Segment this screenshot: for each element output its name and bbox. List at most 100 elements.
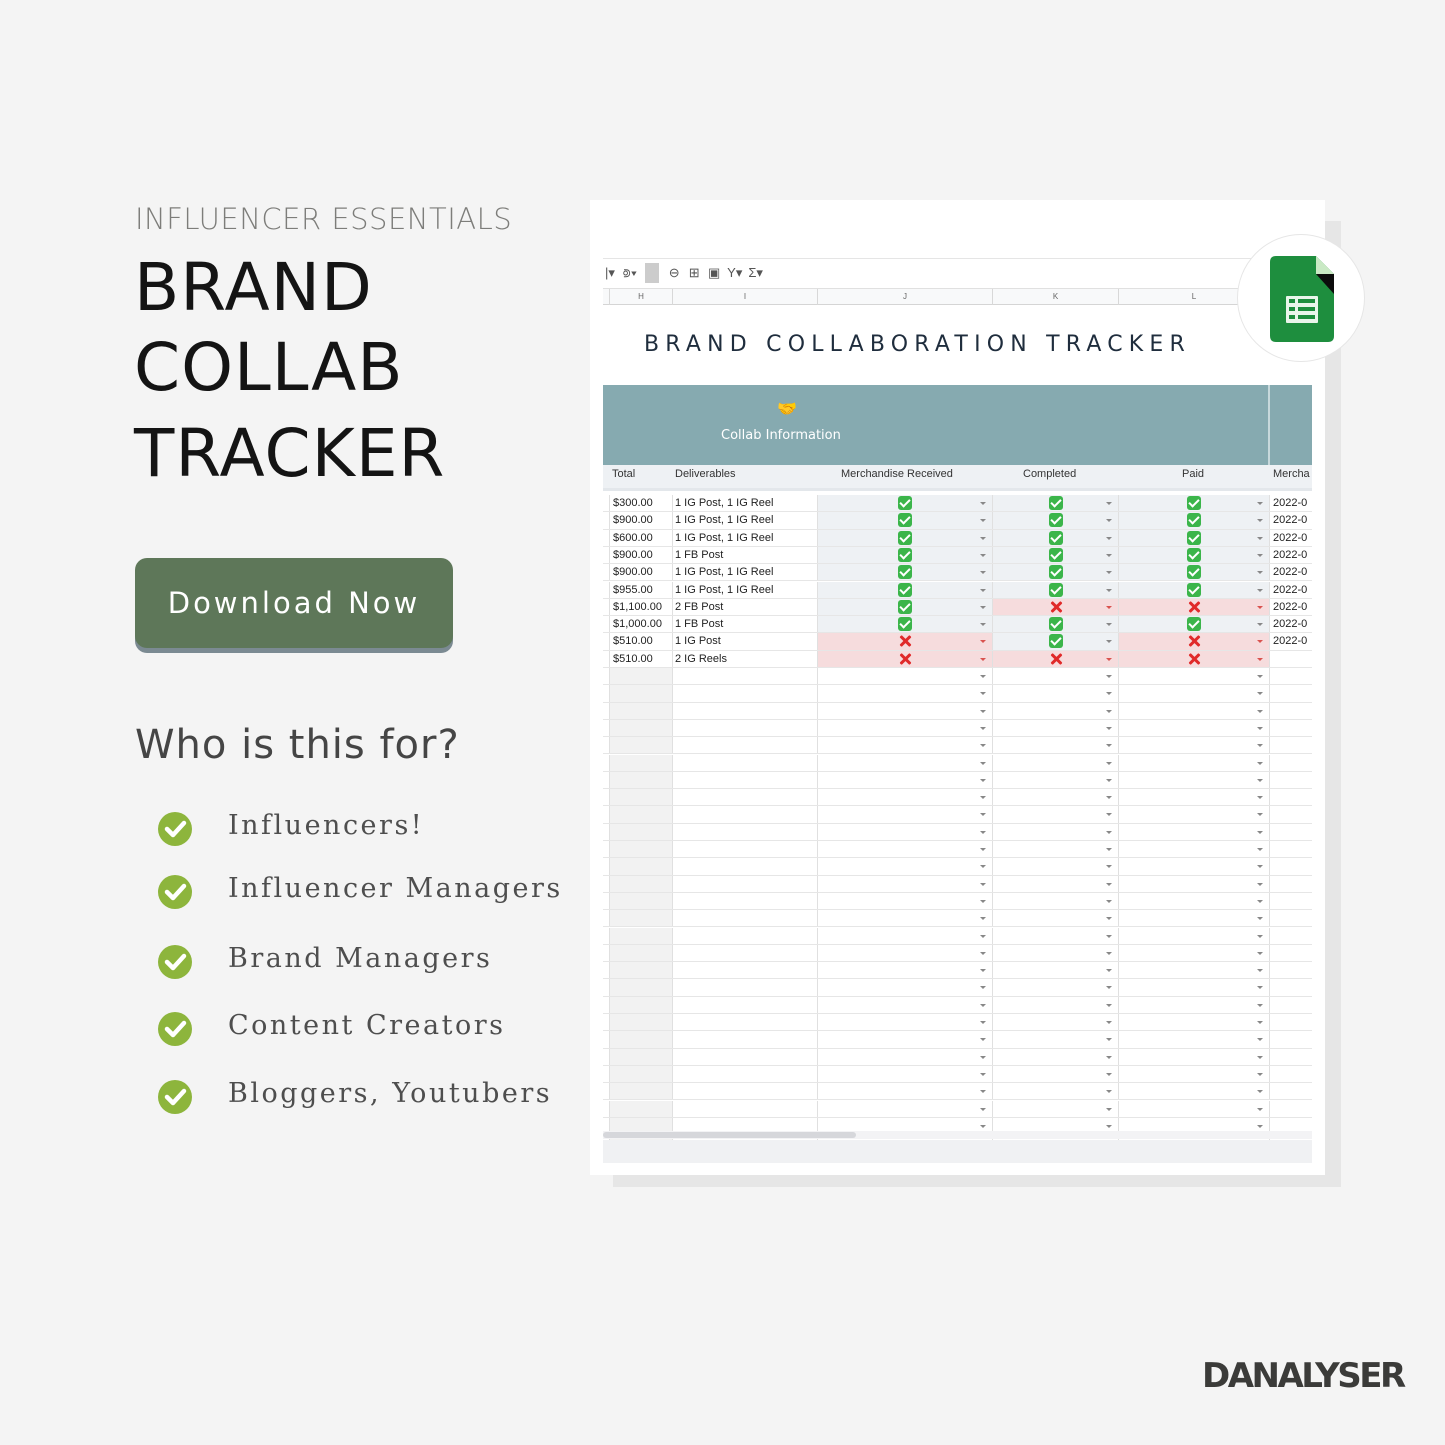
dropdown-arrow-icon[interactable]	[980, 536, 986, 540]
dropdown-arrow-icon[interactable]	[1106, 623, 1112, 627]
dropdown-arrow-icon[interactable]	[1106, 519, 1112, 523]
merch-date-cell[interactable]	[1269, 875, 1312, 892]
deliverables-cell[interactable]	[672, 668, 817, 685]
deliverables-cell[interactable]: 1 FB Post	[672, 546, 817, 564]
merch-received-dropdown-cell[interactable]	[817, 927, 992, 944]
merch-received-dropdown-cell[interactable]	[817, 996, 992, 1013]
merch-received-dropdown-cell[interactable]	[817, 771, 992, 789]
completed-dropdown-cell[interactable]	[992, 823, 1118, 840]
merch-date-cell[interactable]	[1269, 1014, 1312, 1031]
merch-date-cell[interactable]	[1269, 737, 1312, 754]
completed-dropdown-cell[interactable]	[992, 789, 1118, 806]
merch-received-dropdown-cell[interactable]	[817, 564, 992, 581]
paid-dropdown-cell[interactable]	[1118, 650, 1269, 667]
completed-dropdown-cell[interactable]	[992, 996, 1118, 1013]
dropdown-arrow-icon[interactable]	[1257, 1072, 1263, 1076]
dropdown-arrow-icon[interactable]	[980, 848, 986, 851]
merch-date-cell[interactable]: 2022-0	[1269, 512, 1312, 529]
deliverables-cell[interactable]	[672, 858, 817, 875]
paid-dropdown-cell[interactable]	[1118, 927, 1269, 944]
merch-received-dropdown-cell[interactable]	[817, 823, 992, 840]
completed-dropdown-cell[interactable]	[992, 892, 1118, 910]
total-cell[interactable]	[609, 702, 672, 719]
completed-dropdown-cell[interactable]	[992, 806, 1118, 823]
dropdown-arrow-icon[interactable]	[980, 796, 986, 800]
dropdown-arrow-icon[interactable]	[1257, 917, 1263, 921]
functions-icon[interactable]: Σ▾	[748, 263, 763, 283]
paid-dropdown-cell[interactable]	[1118, 668, 1269, 685]
dropdown-arrow-icon[interactable]	[1106, 1003, 1112, 1007]
dropdown-arrow-icon[interactable]	[980, 934, 986, 938]
completed-dropdown-cell[interactable]	[992, 1014, 1118, 1031]
dropdown-arrow-icon[interactable]	[980, 502, 986, 505]
dropdown-arrow-icon[interactable]	[1257, 899, 1263, 903]
deliverables-cell[interactable]	[672, 702, 817, 719]
dropdown-arrow-icon[interactable]	[980, 519, 986, 523]
merch-received-dropdown-cell[interactable]	[817, 754, 992, 771]
paid-dropdown-cell[interactable]	[1118, 1083, 1269, 1100]
merch-date-cell[interactable]	[1269, 668, 1312, 685]
paid-dropdown-cell[interactable]	[1118, 892, 1269, 910]
paid-dropdown-cell[interactable]	[1118, 598, 1269, 616]
dropdown-arrow-icon[interactable]	[1257, 640, 1263, 644]
completed-dropdown-cell[interactable]	[992, 754, 1118, 771]
merch-received-dropdown-cell[interactable]	[817, 858, 992, 875]
dropdown-arrow-icon[interactable]	[1257, 986, 1263, 990]
merch-date-cell[interactable]	[1269, 702, 1312, 719]
paid-dropdown-cell[interactable]	[1118, 564, 1269, 581]
dropdown-arrow-icon[interactable]	[1257, 709, 1263, 713]
dropdown-arrow-icon[interactable]	[1257, 1107, 1263, 1111]
merch-received-dropdown-cell[interactable]	[817, 1083, 992, 1100]
paid-dropdown-cell[interactable]	[1118, 495, 1269, 512]
paid-dropdown-cell[interactable]	[1118, 1048, 1269, 1065]
deliverables-cell[interactable]: 1 IG Post, 1 IG Reel	[672, 581, 817, 598]
completed-dropdown-cell[interactable]	[992, 1100, 1118, 1117]
merch-date-cell[interactable]	[1269, 979, 1312, 996]
total-cell[interactable]: $300.00	[609, 495, 672, 512]
merch-date-cell[interactable]: 2022-0	[1269, 564, 1312, 581]
total-cell[interactable]	[609, 1031, 672, 1048]
merch-date-cell[interactable]	[1269, 892, 1312, 910]
merch-date-cell[interactable]: 2022-0	[1269, 529, 1312, 546]
merch-received-dropdown-cell[interactable]	[817, 910, 992, 927]
dropdown-arrow-icon[interactable]	[1257, 605, 1263, 609]
dropdown-arrow-icon[interactable]	[1106, 1055, 1112, 1059]
dropdown-arrow-icon[interactable]	[1106, 692, 1112, 696]
deliverables-cell[interactable]	[672, 1083, 817, 1100]
dropdown-arrow-icon[interactable]	[1106, 675, 1112, 678]
merch-received-dropdown-cell[interactable]	[817, 737, 992, 754]
merch-received-dropdown-cell[interactable]	[817, 495, 992, 512]
dropdown-arrow-icon[interactable]	[1257, 1038, 1263, 1042]
merch-date-cell[interactable]: 2022-0	[1269, 633, 1312, 650]
dropdown-arrow-icon[interactable]	[980, 709, 986, 713]
total-cell[interactable]: $1,100.00	[609, 598, 672, 616]
dropdown-arrow-icon[interactable]	[1257, 1003, 1263, 1007]
dropdown-arrow-icon[interactable]	[980, 1021, 986, 1024]
dropdown-arrow-icon[interactable]	[980, 778, 986, 782]
paid-dropdown-cell[interactable]	[1118, 806, 1269, 823]
total-cell[interactable]: $510.00	[609, 633, 672, 650]
deliverables-cell[interactable]	[672, 1100, 817, 1117]
total-cell[interactable]: $900.00	[609, 512, 672, 529]
paid-dropdown-cell[interactable]	[1118, 512, 1269, 529]
merch-received-dropdown-cell[interactable]	[817, 512, 992, 529]
total-cell[interactable]	[609, 910, 672, 927]
dropdown-arrow-icon[interactable]	[980, 1038, 986, 1042]
dropdown-arrow-icon[interactable]	[1106, 969, 1112, 973]
dropdown-arrow-icon[interactable]	[980, 675, 986, 678]
paid-dropdown-cell[interactable]	[1118, 875, 1269, 892]
filter-icon[interactable]: Y▾	[727, 263, 742, 283]
merch-received-dropdown-cell[interactable]	[817, 598, 992, 616]
merch-date-cell[interactable]	[1269, 789, 1312, 806]
merch-date-cell[interactable]	[1269, 754, 1312, 771]
dropdown-arrow-icon[interactable]	[1106, 502, 1112, 505]
merch-received-dropdown-cell[interactable]	[817, 719, 992, 737]
dropdown-arrow-icon[interactable]	[1106, 657, 1112, 661]
merch-date-cell[interactable]	[1269, 841, 1312, 858]
dropdown-arrow-icon[interactable]	[1257, 1055, 1263, 1059]
dropdown-arrow-icon[interactable]	[1257, 1090, 1263, 1094]
merch-date-cell[interactable]: 2022-0	[1269, 616, 1312, 633]
deliverables-cell[interactable]	[672, 875, 817, 892]
dropdown-arrow-icon[interactable]	[1106, 934, 1112, 938]
dropdown-arrow-icon[interactable]	[980, 830, 986, 834]
